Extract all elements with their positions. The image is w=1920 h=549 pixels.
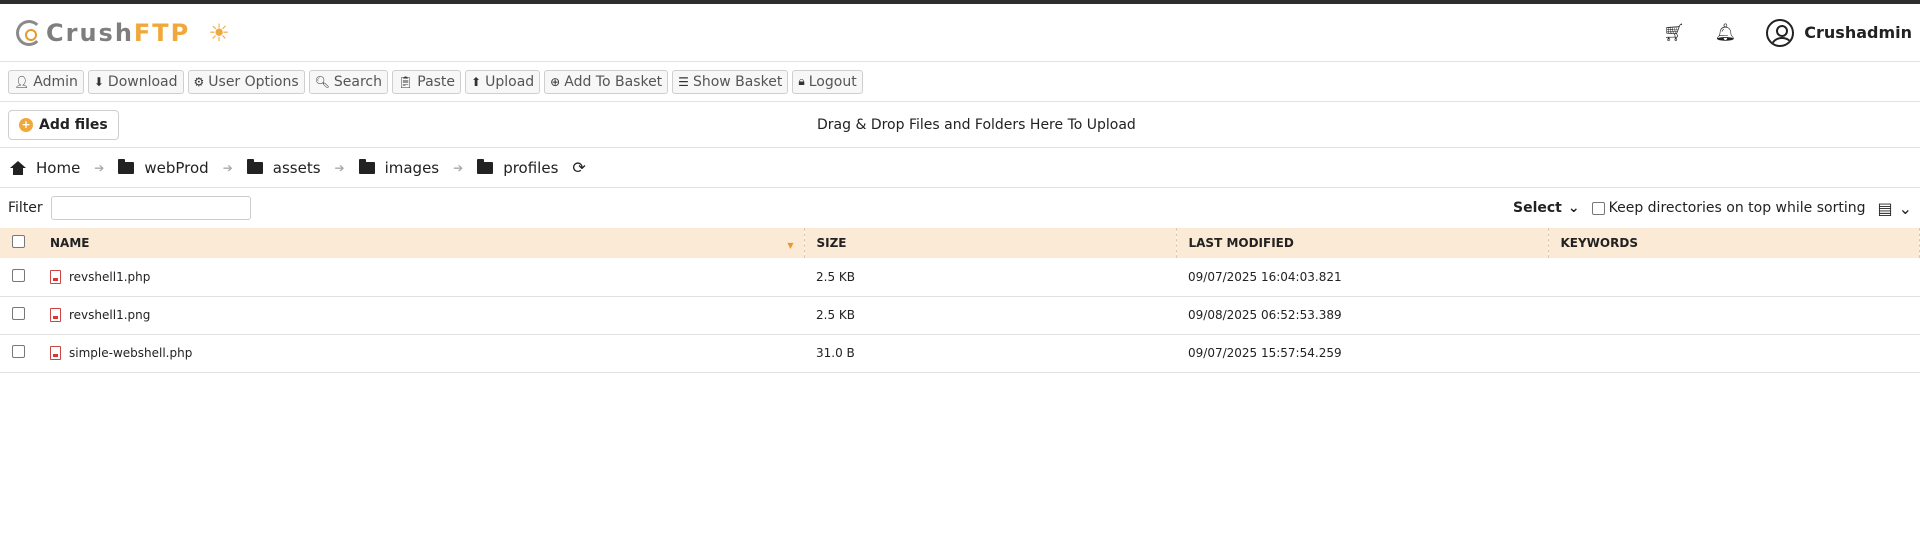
column-name[interactable]: NAME ▼ [38, 228, 805, 258]
add-files-button[interactable]: + Add files [8, 109, 119, 140]
file-keywords [1548, 334, 1920, 372]
logo-text: CrushFTP [46, 18, 191, 47]
search-button[interactable]: 🔍︎ Search [308, 69, 389, 94]
file-icon [50, 269, 61, 284]
breadcrumb-webprod[interactable]: webProd [118, 158, 209, 177]
cart-icon[interactable]: 🛒︎ [1663, 23, 1685, 43]
arrow-right-icon: ➔ [334, 160, 345, 175]
home-icon [10, 160, 26, 175]
file-keywords [1548, 296, 1920, 334]
upload-icon: ⬆ [471, 74, 482, 89]
user-icon: 👤︎ [14, 74, 30, 89]
arrow-right-icon: ➔ [453, 160, 464, 175]
download-button[interactable]: ⬇ Download [87, 69, 184, 94]
file-icon [50, 346, 61, 360]
sort-desc-icon: ▼ [787, 241, 794, 250]
row-checkbox[interactable] [12, 307, 25, 320]
drop-hint: Drag & Drop Files and Folders Here To Up… [817, 116, 1136, 133]
select-all-checkbox[interactable] [12, 235, 25, 248]
add-to-basket-button[interactable]: ⊕ Add To Basket [544, 69, 669, 94]
view-mode-dropdown[interactable]: ▤ ⌄ [1877, 199, 1912, 218]
keep-dirs-toggle[interactable]: Keep directories on top while sorting [1591, 200, 1865, 216]
breadcrumb-home[interactable]: Home [10, 159, 80, 177]
logo-icon [16, 19, 42, 46]
file-size: 2.5 KB [816, 308, 855, 322]
toolbar: 👤︎ Admin ⬇ Download ⚙ User Options 🔍︎ Search… [0, 62, 1920, 102]
file-size: 31.0 B [816, 346, 855, 360]
lock-icon: 🔒︎ [798, 74, 805, 88]
user-menu[interactable]: Crushadmin [1766, 18, 1912, 47]
filter-bar: Filter Select ⌄ Keep directories on top w… [0, 188, 1920, 228]
arrow-right-icon: ➔ [222, 160, 233, 175]
table-header: NAME ▼ SIZE LAST MODIFIED KEYWORDS [0, 228, 1920, 258]
file-keywords [1548, 258, 1920, 296]
upload-button[interactable]: ⬆ Upload [465, 69, 541, 94]
user-options-button[interactable]: ⚙ User Options [187, 69, 305, 94]
logout-button[interactable]: 🔒︎ Logout [792, 69, 863, 94]
table-view-icon: ▤ [1877, 198, 1893, 218]
filter-input[interactable] [50, 196, 251, 220]
column-size[interactable]: SIZE [804, 228, 1177, 258]
file-name[interactable]: simple-webshell.php [69, 346, 192, 360]
admin-button[interactable]: 👤︎ Admin [8, 69, 84, 94]
keep-dirs-checkbox[interactable] [1591, 201, 1605, 215]
folder-icon [118, 158, 135, 174]
breadcrumb-profiles[interactable]: profiles [477, 158, 558, 177]
select-dropdown[interactable]: Select ⌄ [1513, 200, 1580, 216]
paste-button[interactable]: 📋︎ Paste [392, 69, 462, 94]
table-row[interactable]: simple-webshell.php 31.0 B 09/07/2025 15… [0, 334, 1920, 372]
search-icon: 🔍︎ [314, 74, 330, 89]
row-checkbox[interactable] [12, 268, 25, 282]
file-name[interactable]: revshell1.png [69, 308, 150, 322]
file-name[interactable]: revshell1.php [69, 270, 150, 284]
column-keywords[interactable]: KEYWORDS [1548, 228, 1920, 258]
file-size: 2.5 KB [816, 269, 855, 284]
file-modified: 09/07/2025 15:57:54.259 [1188, 346, 1342, 360]
bell-icon[interactable]: 🔔︎ [1715, 23, 1737, 43]
list-icon: ☰ [678, 74, 689, 89]
breadcrumb: Home ➔ webProd ➔ assets ➔ images ➔ profi… [0, 148, 1920, 188]
folder-icon [358, 158, 375, 174]
folder-icon [477, 158, 494, 174]
plus-circle-icon: ⊕ [550, 74, 561, 89]
breadcrumb-assets[interactable]: assets [246, 158, 321, 177]
download-icon: ⬇ [93, 74, 104, 89]
breadcrumb-images[interactable]: images [358, 158, 439, 177]
select-all-cell [0, 228, 38, 258]
app-header: CrushFTP ☀ 🛒︎ 🔔︎ Crushadmin [0, 4, 1920, 62]
file-table: NAME ▼ SIZE LAST MODIFIED KEYWORDS revshe… [0, 228, 1920, 373]
chevron-down-icon: ⌄ [1567, 200, 1580, 216]
row-checkbox[interactable] [12, 345, 25, 358]
show-basket-button[interactable]: ☰ Show Basket [672, 69, 789, 94]
upload-dropzone[interactable]: + Add files Drag & Drop Files and Folder… [0, 102, 1920, 148]
file-modified: 09/07/2025 16:04:03.821 [1188, 269, 1342, 284]
column-last-modified[interactable]: LAST MODIFIED [1176, 228, 1549, 258]
user-avatar-icon [1766, 18, 1795, 47]
table-row[interactable]: revshell1.png 2.5 KB 09/08/2025 06:52:53… [0, 296, 1920, 334]
gear-icon: ⚙ [193, 74, 205, 89]
username: Crushadmin [1804, 23, 1912, 42]
table-row[interactable]: revshell1.php 2.5 KB 09/07/2025 16:04:03… [0, 258, 1920, 296]
logo[interactable]: CrushFTP ☀ [16, 19, 230, 47]
plus-circle-icon: + [19, 117, 33, 132]
arrow-right-icon: ➔ [94, 160, 105, 175]
refresh-icon[interactable]: ⟳ [572, 158, 585, 177]
sun-icon[interactable]: ☀ [208, 19, 230, 47]
chevron-down-icon: ⌄ [1898, 198, 1912, 218]
filter-label: Filter [8, 200, 43, 216]
file-icon [50, 308, 61, 322]
folder-icon [246, 158, 263, 174]
file-modified: 09/08/2025 06:52:53.389 [1188, 308, 1342, 322]
paste-icon: 📋︎ [398, 74, 414, 89]
